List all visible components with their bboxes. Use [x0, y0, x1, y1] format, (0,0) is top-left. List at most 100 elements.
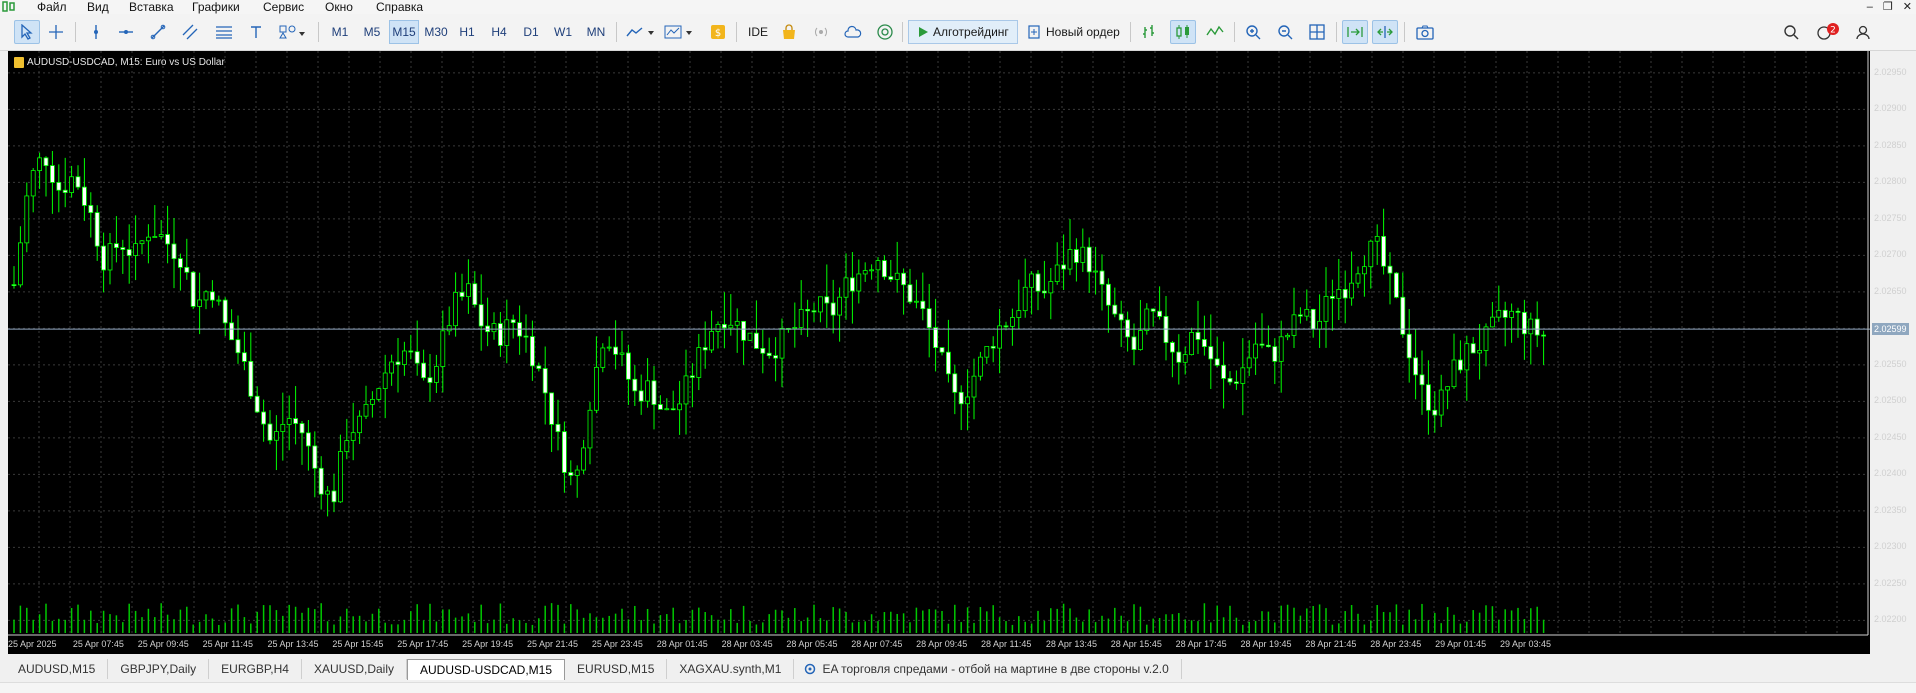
bar-chart-button[interactable]: [1138, 20, 1160, 44]
crosshair-tool-button[interactable]: [44, 20, 68, 44]
candle: [433, 354, 439, 394]
timeframe-m1[interactable]: M1: [327, 20, 353, 44]
cursor-tool-button[interactable]: [14, 20, 40, 44]
chart-tab[interactable]: EURUSD,M15: [565, 659, 668, 679]
search-button[interactable]: [1780, 20, 1802, 44]
candle: [299, 421, 305, 465]
candle: [1278, 320, 1284, 393]
chart-canvas[interactable]: [8, 51, 1870, 654]
candle: [1029, 271, 1034, 315]
search-icon: [1784, 25, 1799, 40]
chart-tab[interactable]: AUDUSD,M15: [6, 659, 109, 679]
timeframe-mn[interactable]: MN: [583, 20, 609, 44]
app-logo-icon: [2, 1, 15, 12]
time-tick-label: 28 Apr 11:45: [981, 639, 1032, 649]
market-bag-button[interactable]: [778, 20, 800, 44]
vertical-line-button[interactable]: [84, 20, 108, 44]
signals-button[interactable]: [810, 20, 832, 44]
algo-trading-button[interactable]: Алготрейдинг: [908, 20, 1018, 44]
menu-file[interactable]: Файл: [37, 0, 67, 14]
candle: [1048, 267, 1054, 320]
horizontal-line-button[interactable]: [114, 20, 138, 44]
candle: [478, 274, 484, 351]
chart-shift-button[interactable]: [1372, 20, 1398, 44]
timeframe-m15[interactable]: M15: [389, 20, 419, 44]
fibonacci-button[interactable]: [212, 20, 236, 44]
ide-button[interactable]: IDE: [748, 20, 772, 44]
candle: [677, 380, 682, 435]
timeframe-m30[interactable]: M30: [421, 20, 451, 44]
menu-charts[interactable]: Графики: [192, 0, 240, 14]
menu-tools[interactable]: Сервис: [263, 0, 304, 14]
close-icon[interactable]: ✕: [1903, 0, 1912, 14]
tile-windows-button[interactable]: [1306, 20, 1328, 44]
chart-tabs: AUDUSD,M15 GBPJPY,Daily EURGBP,H4 XAUUSD…: [6, 659, 1182, 680]
new-order-button[interactable]: Новый ордер: [1024, 20, 1146, 44]
menu-window[interactable]: Окно: [325, 0, 353, 14]
candle: [632, 365, 638, 406]
screenshot-button[interactable]: [1414, 20, 1436, 44]
candle: [1227, 371, 1233, 386]
candle: [1170, 341, 1175, 378]
vps-button[interactable]: [842, 20, 864, 44]
zoom-out-button[interactable]: [1274, 20, 1296, 44]
timeframe-m5[interactable]: M5: [359, 20, 385, 44]
timeframe-h1[interactable]: H1: [455, 20, 479, 44]
candle: [1362, 255, 1367, 297]
notifications-button[interactable]: 2: [1814, 20, 1842, 44]
time-tick-label: 28 Apr 13:45: [1045, 639, 1097, 649]
candle: [1253, 322, 1258, 375]
candle: [1016, 279, 1022, 330]
candle: [1234, 370, 1239, 390]
chart-tab[interactable]: XAUUSD,Daily: [302, 659, 407, 679]
minimize-icon[interactable]: –: [1867, 0, 1873, 14]
candle: [1202, 315, 1207, 356]
chart-tab[interactable]: XAGXAU.synth,M1: [667, 659, 795, 679]
candle: [1099, 254, 1105, 311]
chart-tab[interactable]: EURGBP,H4: [209, 659, 302, 679]
algo-trading-label: Алготрейдинг: [933, 25, 1009, 39]
chart-template-icon: [664, 25, 692, 39]
user-account-button[interactable]: [1852, 20, 1874, 44]
candle: [216, 295, 222, 306]
templates-dropdown[interactable]: [662, 20, 696, 44]
candle: [862, 262, 868, 282]
price-tick-label: 2.02750: [1874, 212, 1907, 223]
menu-insert[interactable]: Вставка: [129, 0, 174, 14]
candle: [165, 205, 171, 264]
candle: [664, 398, 670, 411]
candle: [1259, 313, 1265, 349]
chart-type-dropdown[interactable]: [624, 20, 658, 44]
time-tick-label: 28 Apr 05:45: [786, 639, 838, 649]
time-tick-label: 25 Apr 21:45: [526, 639, 578, 649]
chart-symbol-icon: [14, 57, 24, 68]
timeframe-h4[interactable]: H4: [487, 20, 511, 44]
ea-tab-label: EA торговля спредами - отбой на мартине …: [822, 662, 1169, 676]
market-button[interactable]: $: [708, 20, 728, 44]
community-button[interactable]: [874, 20, 896, 44]
auto-scroll-button[interactable]: [1342, 20, 1368, 44]
line-chart-button[interactable]: [1204, 20, 1226, 44]
menu-help[interactable]: Справка: [376, 0, 423, 14]
candle: [248, 332, 254, 399]
price-tick-label: 2.02500: [1874, 395, 1907, 406]
candle: [1195, 300, 1201, 355]
trendline-button[interactable]: [146, 20, 170, 44]
chart-tab[interactable]: GBPJPY,Daily: [108, 659, 210, 679]
restore-icon[interactable]: ❐: [1883, 0, 1893, 14]
candlestick-icon: [1176, 25, 1189, 39]
candle: [952, 364, 958, 415]
time-tick-label: 28 Apr 17:45: [1175, 639, 1227, 649]
candle: [523, 314, 529, 353]
zoom-in-button[interactable]: [1242, 20, 1264, 44]
timeframe-d1[interactable]: D1: [519, 20, 543, 44]
candle: [536, 362, 542, 372]
timeframe-w1[interactable]: W1: [551, 20, 575, 44]
text-tool-button[interactable]: [246, 20, 266, 44]
ea-tab[interactable]: EA торговля спредами - отбой на мартине …: [794, 659, 1182, 679]
candlestick-button[interactable]: [1170, 20, 1196, 44]
chart-tab-active[interactable]: AUDUSD-USDCAD,M15: [407, 659, 566, 680]
shapes-dropdown-button[interactable]: [276, 20, 310, 44]
channel-button[interactable]: [178, 20, 202, 44]
menu-view[interactable]: Вид: [87, 0, 109, 14]
